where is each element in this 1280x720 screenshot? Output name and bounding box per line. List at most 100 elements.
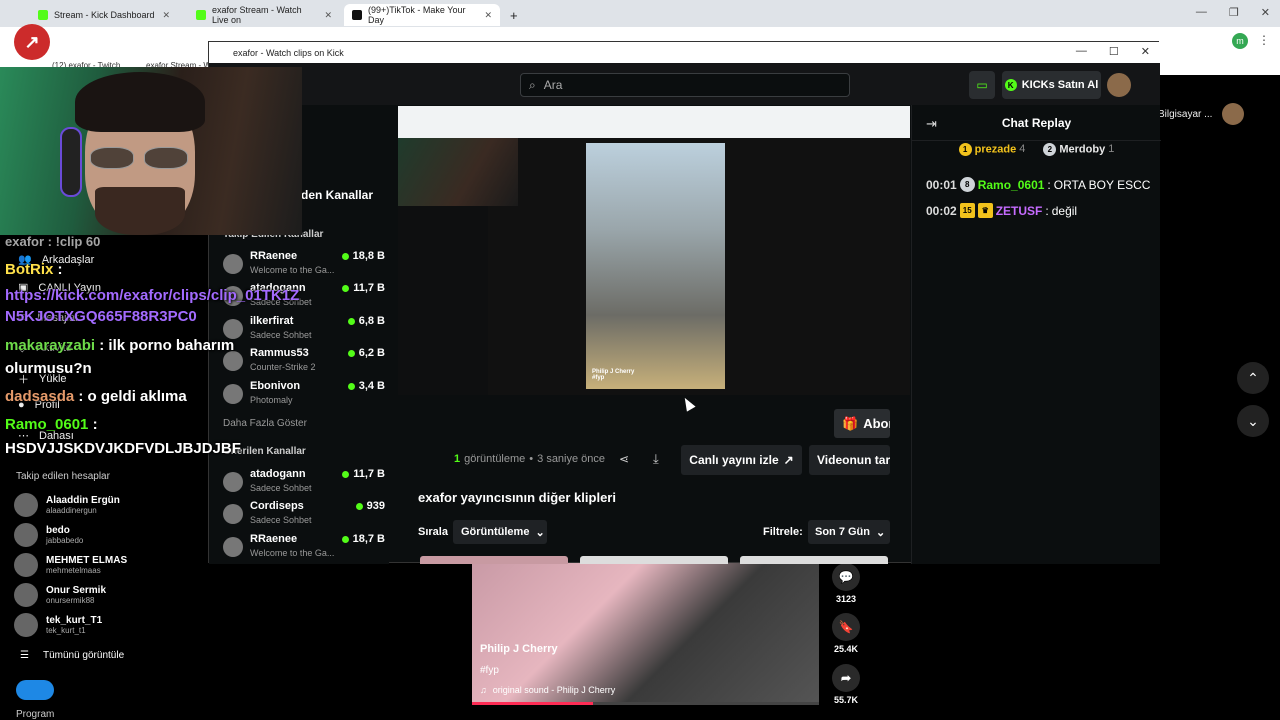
chat-username[interactable]: Ramo_0601 bbox=[978, 178, 1045, 192]
chat-header: Chat Replay bbox=[912, 105, 1161, 141]
overlay-chat-line: olurmusu?n bbox=[5, 360, 92, 377]
tab-tiktok[interactable]: (99+)TikTok - Make Your Day ✕ bbox=[344, 4, 500, 26]
kick-favicon-icon bbox=[196, 10, 206, 20]
buy-kicks-button[interactable]: K KICKs Satın Al bbox=[1002, 71, 1101, 99]
comment-button[interactable]: 💬 3123 bbox=[828, 563, 864, 604]
avatar bbox=[14, 553, 38, 577]
avatar bbox=[223, 351, 243, 371]
close-icon[interactable]: ✕ bbox=[324, 10, 332, 21]
clip-thumbnail[interactable] bbox=[420, 556, 568, 564]
views-count: 1 bbox=[454, 453, 461, 465]
download-icon[interactable]: ⤓ bbox=[653, 451, 659, 467]
video-progress-bar[interactable] bbox=[472, 702, 819, 705]
search-input[interactable]: ⌕ Ara bbox=[520, 73, 850, 97]
overlay-chat-line: HSDVJJSKDVJKDFVDLJBJDJBF bbox=[5, 440, 241, 457]
full-video-button[interactable]: Videonun tar bbox=[809, 445, 890, 475]
clip-video-player[interactable]: Philip J Cherry #fyp bbox=[398, 106, 910, 395]
account-item[interactable]: tek_kurt_T1 tek_kurt_t1 bbox=[14, 613, 102, 637]
tab-exafor-stream[interactable]: exafor Stream - Watch Live on ✕ bbox=[188, 4, 340, 26]
new-tab-button[interactable]: + bbox=[502, 4, 522, 26]
clip-thumbnail[interactable] bbox=[740, 556, 888, 564]
watch-live-button[interactable]: Canlı yayını izle ↗ bbox=[681, 445, 802, 475]
close-icon[interactable]: ✕ bbox=[1141, 45, 1150, 58]
channel-item[interactable]: Cordiseps Sadece Sohbet 939 bbox=[223, 500, 385, 530]
overlay-chat-line: Ramo_0601 : bbox=[5, 416, 98, 433]
tab-kick-dashboard[interactable]: Stream - Kick Dashboard ✕ bbox=[30, 4, 178, 26]
avatar bbox=[223, 537, 243, 557]
menu-icon[interactable]: ⋮ bbox=[1258, 33, 1270, 47]
close-icon[interactable]: ✕ bbox=[162, 10, 170, 21]
channel-item[interactable]: Rammus53 Counter-Strike 2 6,2 B bbox=[223, 347, 385, 377]
separator: • bbox=[529, 453, 534, 465]
captured-tiktok-video: Philip J Cherry #fyp bbox=[586, 143, 725, 389]
maximize-icon[interactable]: ☐ bbox=[1109, 45, 1119, 58]
clip-thumbnail[interactable] bbox=[580, 556, 728, 564]
sort-dropdown[interactable]: Görüntüleme ⌄ bbox=[453, 520, 547, 544]
channel-item[interactable]: ilkerfirat Sadece Sohbet 6,8 B bbox=[223, 315, 385, 345]
search-icon: ⌕ bbox=[529, 77, 536, 92]
window-controls: — ❐ ✕ bbox=[1196, 6, 1270, 19]
streamer-webcam bbox=[0, 67, 302, 235]
gift-leaderboard: 1 prezade 4 2 Merdoby 1 bbox=[912, 143, 1161, 165]
video-hashtag[interactable]: #fyp bbox=[480, 665, 499, 676]
see-all-link[interactable]: ☰ Tümünü görüntüle bbox=[20, 650, 124, 661]
share-icon[interactable]: ⋖ bbox=[619, 452, 629, 466]
minimize-icon[interactable]: — bbox=[1076, 45, 1087, 58]
next-video-button[interactable]: ⌄ bbox=[1237, 405, 1269, 437]
subscriber-badge-icon: 8 bbox=[959, 177, 975, 192]
account-item[interactable]: Alaaddin Ergün alaaddinergun bbox=[14, 493, 120, 517]
live-dot-icon bbox=[341, 535, 349, 543]
video-progress-fill bbox=[472, 702, 594, 705]
share-button[interactable]: ➦ 55.7K bbox=[828, 664, 864, 705]
channel-item[interactable]: Ebonivon Photomaly 3,4 B bbox=[223, 380, 385, 410]
app-toggle-icon[interactable] bbox=[16, 680, 54, 700]
avatar bbox=[14, 523, 38, 547]
wallet-icon: ▭ bbox=[976, 78, 988, 92]
tiktok-user-menu[interactable]: Bilgisayar ... bbox=[1158, 103, 1245, 125]
profile-avatar[interactable]: m bbox=[1232, 33, 1248, 49]
sidebar-channels-heading: den Kanallar bbox=[301, 188, 374, 202]
subscribe-gift-button[interactable]: 🎁Abon bbox=[834, 409, 890, 438]
account-item[interactable]: Onur Sermik onursermik88 bbox=[14, 583, 106, 607]
clip-age: 3 saniye önce bbox=[537, 453, 606, 465]
chevron-down-icon: ⌄ bbox=[876, 526, 886, 539]
channel-item[interactable]: atadogann Sadece Sohbet 11,7 B bbox=[223, 468, 385, 498]
other-clips-heading: exafor yayıncısının diğer klipleri bbox=[418, 490, 616, 505]
previous-video-button[interactable]: ⌃ bbox=[1237, 362, 1269, 394]
leaderboard-entry[interactable]: 2 Merdoby 1 bbox=[1043, 143, 1114, 165]
bookmark-button[interactable]: 🔖 25.4K bbox=[828, 613, 864, 654]
filter-dropdown[interactable]: Son 7 Gün ⌄ bbox=[808, 520, 890, 544]
restore-icon[interactable]: ❐ bbox=[1229, 6, 1239, 19]
music-note-icon: ♫ bbox=[480, 685, 487, 695]
overlay-chat-line: BotRix : bbox=[5, 261, 63, 278]
video-sound[interactable]: ♫ original sound - Philip J Cherry bbox=[480, 685, 615, 695]
collapse-chat-icon[interactable]: ⇥ bbox=[926, 116, 937, 132]
window-titlebar: exafor - Watch clips on Kick — ☐ ✕ bbox=[209, 42, 1160, 63]
chat-username[interactable]: ZETUSF bbox=[996, 204, 1043, 218]
user-avatar[interactable] bbox=[1107, 73, 1131, 97]
minimize-icon[interactable]: — bbox=[1196, 6, 1207, 19]
channel-item[interactable]: RRaenee Welcome to the Ga... 18,8 B bbox=[223, 250, 385, 280]
show-more-link[interactable]: Daha Fazla Göster bbox=[223, 418, 307, 429]
tab-label: Stream - Kick Dashboard bbox=[54, 10, 155, 20]
live-dot-icon bbox=[342, 470, 350, 478]
tiktok-video[interactable]: Philip J Cherry #fyp ♫ original sound - P… bbox=[472, 563, 819, 705]
following-accounts-heading: Takip edilen hesaplar bbox=[16, 471, 110, 482]
close-icon[interactable]: ✕ bbox=[1261, 6, 1270, 19]
wallet-button[interactable]: ▭ bbox=[969, 71, 995, 99]
crown-icon: ♛ bbox=[977, 203, 993, 218]
tiktok-favicon-icon bbox=[352, 10, 362, 20]
views-label: görüntüleme bbox=[464, 453, 526, 465]
leaderboard-entry[interactable]: 1 prezade 4 bbox=[958, 143, 1025, 165]
account-item[interactable]: bedo jabbabedo bbox=[14, 523, 83, 547]
chat-message: 00:01 8 Ramo_0601: ORTA BOY ESCC bbox=[926, 177, 1151, 192]
channel-item[interactable]: RRaenee Welcome to the Ga... 18,7 B bbox=[223, 533, 385, 563]
avatar bbox=[223, 472, 243, 492]
account-item[interactable]: MEHMET ELMAS mehmetelmaas bbox=[14, 553, 127, 577]
window-controls: — ☐ ✕ bbox=[1076, 45, 1150, 58]
program-link[interactable]: Program bbox=[16, 709, 54, 720]
video-author[interactable]: Philip J Cherry bbox=[480, 643, 558, 655]
overlay-chat-line: makarayzabi : ilk porno baharım bbox=[5, 337, 235, 354]
streamer-beard bbox=[95, 187, 185, 235]
close-icon[interactable]: ✕ bbox=[484, 10, 492, 21]
